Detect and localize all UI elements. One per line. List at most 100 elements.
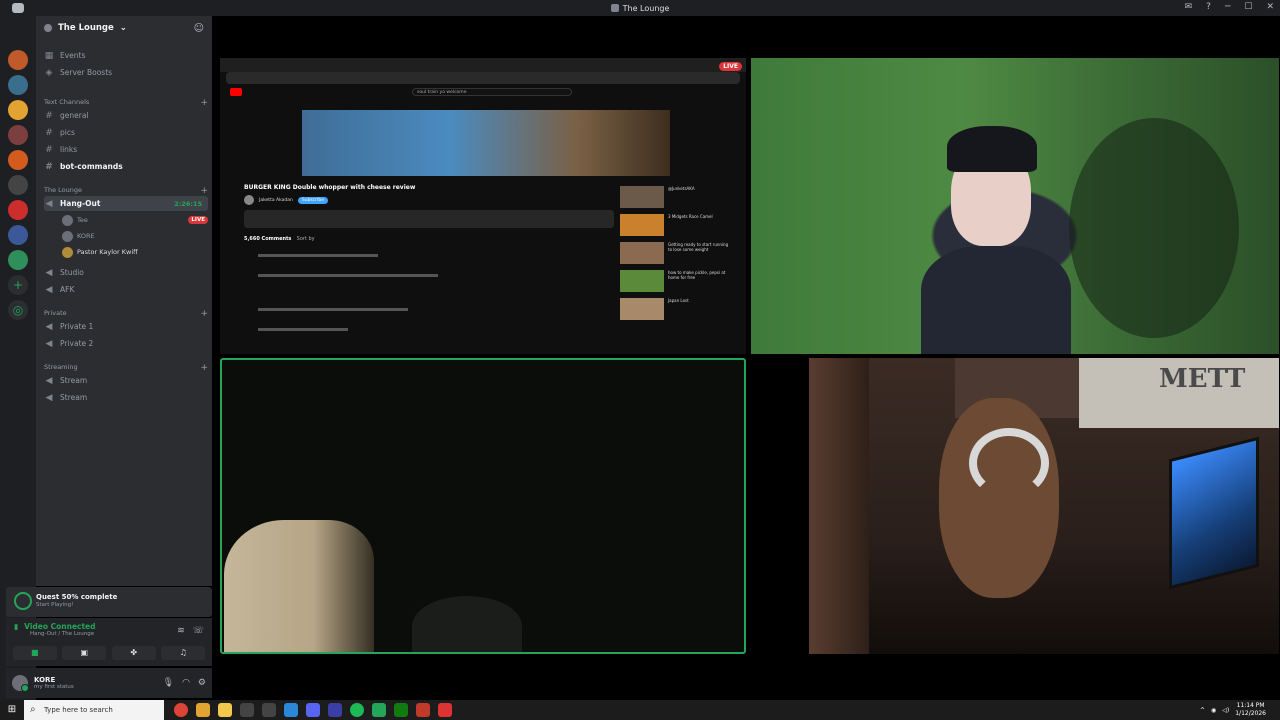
- channel-links[interactable]: # links: [44, 142, 208, 157]
- screen-share-button[interactable]: ▣: [62, 646, 107, 660]
- minimize-button[interactable]: ─: [1225, 2, 1230, 12]
- spotify-icon[interactable]: [350, 703, 364, 717]
- category-streaming[interactable]: Streaming +: [44, 363, 208, 373]
- disconnect-icon[interactable]: ☏: [193, 626, 204, 636]
- taskbar-search-input[interactable]: Type here to search: [24, 700, 164, 720]
- chrome-icon[interactable]: [174, 703, 188, 717]
- add-channel-icon[interactable]: +: [200, 98, 208, 108]
- discord-logo-icon[interactable]: [12, 3, 24, 13]
- channel-general[interactable]: # general: [44, 108, 208, 123]
- quest-subtitle: Start Playing!: [36, 602, 74, 608]
- hash-icon: #: [45, 161, 53, 172]
- sidebar-item-events[interactable]: ▦ Events: [44, 48, 208, 63]
- custom-status: my first status: [34, 684, 74, 690]
- channel-bot-commands[interactable]: # bot-commands: [44, 159, 208, 174]
- xbox-icon[interactable]: [394, 703, 408, 717]
- server-icon[interactable]: [8, 100, 28, 120]
- voice-user-kore[interactable]: KORE: [62, 229, 208, 243]
- server-icon[interactable]: [8, 175, 28, 195]
- list-item: how to make pickle, pepsi at home for fr…: [620, 270, 732, 292]
- add-channel-icon[interactable]: +: [200, 309, 208, 319]
- network-icon[interactable]: ◉: [1211, 707, 1216, 714]
- voice-channel-stream[interactable]: ◀ Stream: [44, 373, 208, 388]
- live-badge: LIVE: [188, 216, 208, 224]
- quest-progress-card[interactable]: Quest 50% complete Start Playing!: [6, 587, 212, 617]
- discord-icon[interactable]: [306, 703, 320, 717]
- webcam-tile-speaking[interactable]: [220, 358, 746, 654]
- webcam-tile[interactable]: METT: [809, 358, 1279, 654]
- channel-pics[interactable]: # pics: [44, 125, 208, 140]
- category-the-lounge[interactable]: The Lounge +: [44, 186, 208, 196]
- voice-channel-studio[interactable]: ◀ Studio: [44, 265, 208, 280]
- screen-share-tile[interactable]: soul train yo welcome BURGER KING Double…: [220, 58, 746, 354]
- voice-channel-hang-out[interactable]: ◀ Hang-Out 2:26:15: [44, 196, 208, 211]
- maximize-button[interactable]: ☐: [1244, 2, 1252, 12]
- avatar[interactable]: [12, 675, 29, 692]
- app-icon[interactable]: [284, 703, 298, 717]
- voice-status-label: Video Connected: [24, 622, 96, 631]
- server-header[interactable]: The Lounge ⌄ ☺: [36, 16, 212, 40]
- window-title: The Lounge: [622, 3, 670, 13]
- app-icon[interactable]: [438, 703, 452, 717]
- help-icon[interactable]: ?: [1206, 2, 1211, 12]
- volume-icon[interactable]: ◁): [1222, 707, 1229, 714]
- voice-channel-private-1[interactable]: ◀ Private 1: [44, 319, 208, 334]
- progress-ring-icon: [14, 592, 32, 610]
- webcam-tile[interactable]: [751, 58, 1279, 354]
- avatar: [244, 195, 254, 205]
- voice-status-panel: ▮ Video Connected Hang-Out / The Lounge ≋…: [6, 618, 212, 666]
- voice-user-pastor-kaylor-kwiff[interactable]: Pastor Kaylor Kwiff: [62, 245, 208, 259]
- server-icon[interactable]: [8, 125, 28, 145]
- voice-user-tee[interactable]: Tee LIVE: [62, 213, 208, 227]
- add-channel-icon[interactable]: +: [200, 363, 208, 373]
- server-icon[interactable]: [8, 50, 28, 70]
- inbox-icon[interactable]: ✉: [1185, 2, 1193, 12]
- server-icon[interactable]: [8, 150, 28, 170]
- server-icon[interactable]: [8, 225, 28, 245]
- server-icon[interactable]: [8, 200, 28, 220]
- add-channel-icon[interactable]: +: [200, 186, 208, 196]
- app-icon[interactable]: [262, 703, 276, 717]
- list-item: Japan Lost: [620, 298, 732, 320]
- app-icon[interactable]: [196, 703, 210, 717]
- comment-line: [258, 274, 438, 277]
- wall-sign: METT: [1079, 358, 1279, 428]
- hash-icon: #: [45, 127, 53, 138]
- microphone-icon[interactable]: 🎙: [163, 678, 174, 688]
- app-icon[interactable]: [240, 703, 254, 717]
- list-item: Getting ready to start running to lose s…: [620, 242, 732, 264]
- close-button[interactable]: ✕: [1266, 2, 1274, 12]
- video-description: [244, 210, 614, 228]
- server-icon[interactable]: [8, 250, 28, 270]
- invite-icon[interactable]: ☺: [194, 23, 204, 34]
- category-text-channels[interactable]: Text Channels +: [44, 98, 208, 108]
- server-icon[interactable]: [8, 75, 28, 95]
- discover-icon[interactable]: ◎: [8, 300, 28, 320]
- app-icon[interactable]: [328, 703, 342, 717]
- folder-icon[interactable]: [218, 703, 232, 717]
- app-icon[interactable]: [416, 703, 430, 717]
- speaker-icon: ◀: [45, 198, 53, 209]
- headset: [969, 428, 1049, 498]
- lamp-shade: [224, 520, 374, 652]
- windows-start-icon[interactable]: ⊞: [0, 700, 24, 720]
- soundboard-button[interactable]: ♫: [161, 646, 206, 660]
- app-icon[interactable]: [372, 703, 386, 717]
- category-private[interactable]: Private +: [44, 309, 208, 319]
- headphones-icon[interactable]: ◠: [182, 678, 190, 688]
- activities-button[interactable]: ✤: [111, 646, 156, 660]
- settings-gear-icon[interactable]: ⚙: [198, 678, 206, 688]
- add-server-icon[interactable]: +: [8, 275, 28, 295]
- browser-tabs: [220, 58, 746, 72]
- signal-icon[interactable]: ▮: [14, 622, 18, 631]
- noise-suppression-icon[interactable]: ≋: [177, 626, 185, 636]
- voice-channel-stream[interactable]: ◀ Stream: [44, 390, 208, 405]
- chevron-up-icon[interactable]: ^: [1200, 707, 1205, 714]
- thumbnail: [620, 186, 664, 208]
- clock[interactable]: 11:14 PM 1/12/2026: [1235, 702, 1266, 718]
- camera-button[interactable]: ■: [12, 646, 57, 660]
- sidebar-item-server-boosts[interactable]: ◈ Server Boosts: [44, 65, 208, 80]
- video-channel-row: Jaketta Akadan Subscribe: [244, 194, 614, 206]
- voice-channel-private-2[interactable]: ◀ Private 2: [44, 336, 208, 351]
- voice-channel-afk[interactable]: ◀ AFK: [44, 282, 208, 297]
